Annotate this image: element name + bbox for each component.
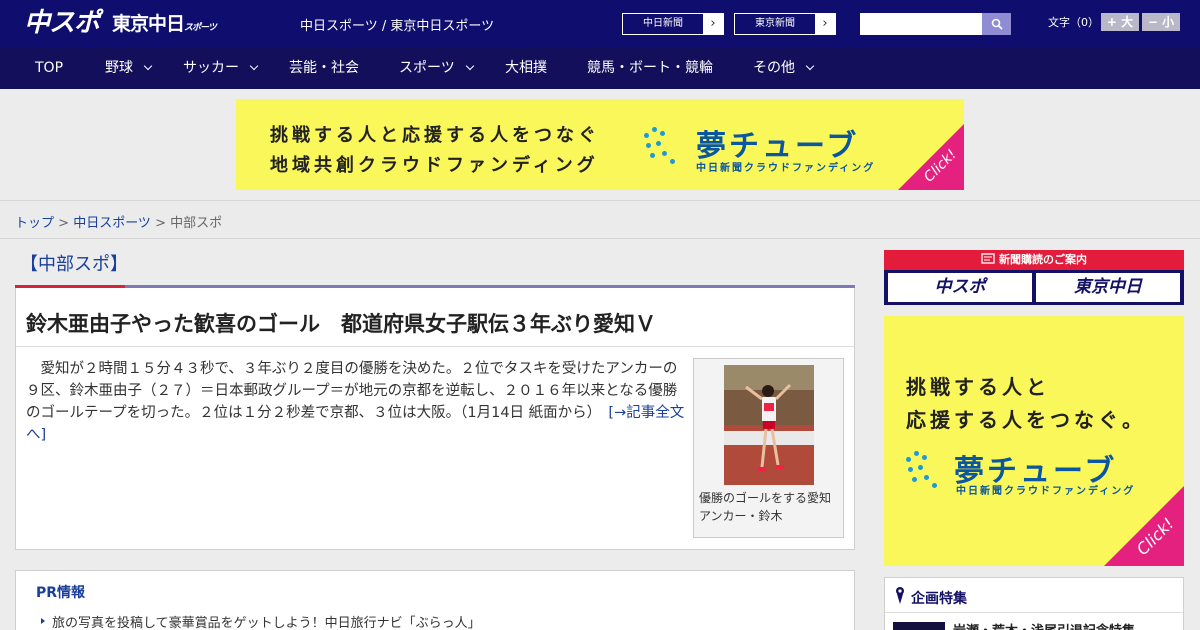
- breadcrumb-sep: >: [54, 216, 74, 231]
- nav-label: 芸能・社会: [289, 60, 359, 76]
- font-larger-button[interactable]: + 大: [1101, 13, 1139, 31]
- nav-soccer[interactable]: サッカー: [183, 48, 259, 89]
- triangle-bullet-icon: [41, 618, 45, 624]
- nav-baseball[interactable]: 野球: [105, 48, 153, 89]
- feature-link[interactable]: 岩瀬・荒木・浅尾引退記念特集: [953, 620, 1135, 630]
- breadcrumb-bar: トップ > 中日スポーツ > 中部スポ: [0, 200, 1200, 239]
- nav-top[interactable]: TOP: [35, 48, 63, 89]
- article-photo[interactable]: [724, 365, 814, 485]
- newspaper-icon: [981, 253, 995, 264]
- article-headline: 鈴木亜由子やった歓喜のゴール 都道府県女子駅伝３年ぶり愛知Ｖ: [26, 312, 656, 336]
- breadcrumb-current: 中部スポ: [170, 216, 223, 231]
- tokyo-shimbun-button[interactable]: 東京新聞 ›: [734, 13, 836, 35]
- tokyo-chunichi-logo[interactable]: 東京中日スポーツ: [112, 12, 217, 40]
- nav-label: サッカー: [183, 60, 239, 76]
- subscribe-tokyo-button[interactable]: 東京中日: [1036, 273, 1180, 302]
- ribbon-icon: [896, 587, 904, 604]
- chevron-down-icon: [249, 61, 259, 71]
- banner-brand-sub: 中日新聞クラウドファンディング: [696, 163, 876, 174]
- search-icon: [991, 18, 1003, 30]
- chunichi-shimbun-label: 中日新聞: [623, 14, 703, 34]
- chevron-down-icon: [143, 61, 153, 71]
- top-header: 中スポ 東京中日スポーツ 中日スポーツ / 東京中日スポーツ 中日新聞 › 東京…: [0, 0, 1200, 48]
- section-title: 【中部スポ】: [20, 254, 128, 275]
- nav-label: 野球: [105, 60, 133, 76]
- feature-title: 企画特集: [911, 591, 967, 607]
- chunichi-shimbun-button[interactable]: 中日新聞 ›: [622, 13, 724, 35]
- nav-label: スポーツ: [399, 60, 455, 76]
- site-links[interactable]: 中日スポーツ / 東京中日スポーツ: [300, 15, 494, 34]
- chevron-right-icon: ›: [710, 16, 716, 31]
- banner-line-2: 地域共創クラウドファンディング: [270, 155, 599, 176]
- article-body: 愛知が２時間１５分４３秒で、３年ぶり２度目の優勝を決めた。２位でタスキを受けたア…: [26, 358, 686, 446]
- nav-sports[interactable]: スポーツ: [399, 48, 474, 89]
- banner-line-1: 挑戦する人と応援する人をつなぐ: [270, 125, 600, 146]
- article-body-text: 愛知が２時間１５分４３秒で、３年ぶり２度目の優勝を決めた。２位でタスキを受けたア…: [26, 361, 678, 421]
- article-card: 鈴木亜由子やった歓喜のゴール 都道府県女子駅伝３年ぶり愛知Ｖ 愛知が２時間１５分…: [15, 288, 855, 550]
- nav-label: TOP: [35, 60, 64, 76]
- nav-label: その他: [753, 60, 795, 76]
- chevron-down-icon: [465, 61, 474, 71]
- nav-racing[interactable]: 競馬・ボート・競輪: [587, 48, 713, 89]
- pr-link[interactable]: 旅の写真を投稿して豪華賞品をゲットしよう！中日旅行ナビ「ぶらっ人」: [52, 612, 481, 630]
- yume-tube-side-banner[interactable]: 挑戦する人と 応援する人をつなぐ。 夢チューブ 中日新聞クラウドファンディング …: [884, 316, 1184, 566]
- subscribe-chuspo-button[interactable]: 中スポ: [888, 273, 1032, 302]
- breadcrumb-top[interactable]: トップ: [15, 216, 54, 231]
- subscription-head: 新聞購読のご案内: [884, 250, 1184, 270]
- search-button[interactable]: [982, 13, 1011, 35]
- pr-box: PR情報 旅の写真を投稿して豪華賞品をゲットしよう！中日旅行ナビ「ぶらっ人」: [15, 570, 855, 630]
- subscription-head-label: 新聞購読のご案内: [999, 253, 1087, 266]
- yume-tube-banner[interactable]: 挑戦する人と応援する人をつなぐ 地域共創クラウドファンディング 夢チューブ 中日…: [236, 99, 964, 190]
- tokyo-chunichi-logo-small: スポーツ: [184, 23, 217, 33]
- side-ad-line-1: 挑戦する人と: [906, 375, 1050, 399]
- chevron-right-icon: ›: [822, 16, 828, 31]
- nav-sumo[interactable]: 大相撲: [505, 48, 547, 89]
- breadcrumb: トップ > 中日スポーツ > 中部スポ: [15, 212, 222, 231]
- font-smaller-button[interactable]: − 小: [1142, 13, 1180, 31]
- tokyo-chunichi-logo-main: 東京中日: [112, 13, 185, 35]
- font-size-label: 文字（0）: [1048, 16, 1099, 29]
- chevron-down-icon: [805, 61, 815, 71]
- breadcrumb-chunichi[interactable]: 中日スポーツ: [73, 216, 151, 231]
- search-input[interactable]: [860, 13, 982, 35]
- nav-label: 大相撲: [505, 60, 547, 76]
- feature-box: 企画特集 岩瀬・荒木・浅尾引退記念特集: [884, 577, 1184, 630]
- main-nav: TOP 野球 サッカー 芸能・社会 スポーツ 大相撲 競馬・ボート・競輪 その他: [0, 48, 1200, 89]
- nav-label: 競馬・ボート・競輪: [587, 60, 713, 76]
- runner-image: [724, 365, 814, 485]
- pr-title: PR情報: [36, 585, 86, 601]
- divider: [16, 346, 854, 347]
- subscription-box: 新聞購読のご案内 中スポ 東京中日: [884, 250, 1184, 305]
- tokyo-shimbun-label: 東京新聞: [735, 14, 815, 34]
- side-ad-line-2: 応援する人をつなぐ。: [906, 408, 1146, 432]
- nav-entertainment[interactable]: 芸能・社会: [289, 48, 359, 89]
- photo-caption: 優勝のゴールをする愛知アンカー・鈴木: [699, 491, 832, 523]
- breadcrumb-sep: >: [150, 216, 171, 231]
- divider: [885, 612, 1183, 613]
- photo-box: 優勝のゴールをする愛知アンカー・鈴木: [693, 358, 844, 538]
- feature-thumbnail[interactable]: [893, 622, 945, 630]
- nav-other[interactable]: その他: [753, 48, 815, 89]
- chuspo-logo[interactable]: 中スポ: [24, 9, 100, 37]
